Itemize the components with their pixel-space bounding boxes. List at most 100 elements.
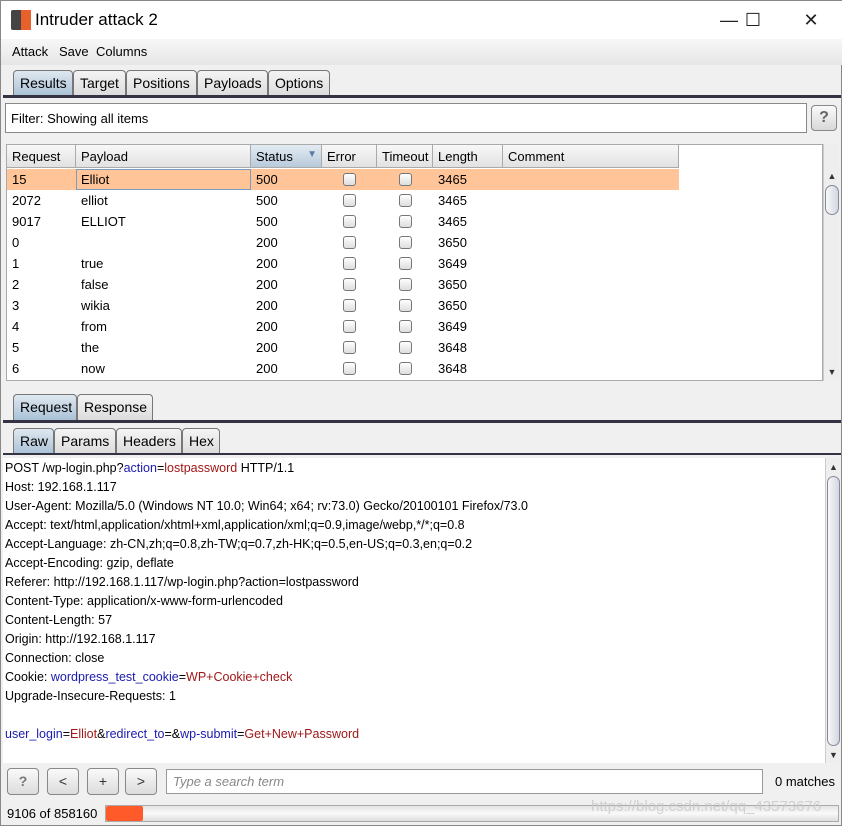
timeout-checkbox[interactable] — [399, 194, 412, 207]
table-row[interactable]: 5 the 200 3648 — [7, 337, 679, 358]
request-line: Accept: text/html,application/xhtml+xml,… — [5, 516, 823, 535]
timeout-checkbox[interactable] — [399, 362, 412, 375]
cell-payload: ELLIOT — [81, 214, 126, 229]
help-button[interactable]: ? — [811, 105, 837, 131]
request-line: Content-Length: 57 — [5, 611, 823, 630]
tab-headers[interactable]: Headers — [116, 428, 182, 454]
cell-request: 0 — [12, 235, 20, 250]
cell-status: 500 — [256, 193, 278, 208]
window-title: Intruder attack 2 — [35, 10, 158, 29]
error-checkbox[interactable] — [343, 278, 356, 291]
cell-length: 3649 — [438, 256, 467, 271]
error-checkbox[interactable] — [343, 173, 356, 186]
cell-length: 3650 — [438, 277, 467, 292]
timeout-checkbox[interactable] — [399, 173, 412, 186]
menu-attack[interactable]: Attack — [12, 44, 48, 59]
tab-params[interactable]: Params — [54, 428, 116, 454]
cell-request: 1 — [12, 256, 20, 271]
request-token: Cookie: — [5, 670, 51, 684]
error-checkbox[interactable] — [343, 236, 356, 249]
maximize-button[interactable]: ☐ — [733, 7, 773, 33]
tab-target[interactable]: Target — [73, 70, 126, 96]
close-button[interactable]: ✕ — [791, 7, 831, 33]
timeout-checkbox[interactable] — [399, 278, 412, 291]
tab-options[interactable]: Options — [268, 70, 330, 96]
menu-columns[interactable]: Columns — [96, 44, 147, 59]
column-header-comment[interactable]: Comment — [503, 145, 679, 168]
timeout-checkbox[interactable] — [399, 215, 412, 228]
search-prev-button[interactable]: < — [47, 768, 79, 795]
request-line: Connection: close — [5, 649, 823, 668]
tab-positions[interactable]: Positions — [126, 70, 197, 96]
column-header-request[interactable]: Request — [7, 145, 76, 168]
error-checkbox[interactable] — [343, 299, 356, 312]
timeout-checkbox[interactable] — [399, 341, 412, 354]
match-count: 0 matches — [775, 774, 835, 789]
search-input[interactable]: Type a search term — [166, 769, 763, 794]
timeout-checkbox[interactable] — [399, 299, 412, 312]
timeout-checkbox[interactable] — [399, 236, 412, 249]
tab-hex[interactable]: Hex — [182, 428, 220, 454]
table-row[interactable]: 2 false 200 3650 — [7, 274, 679, 295]
scroll-up-icon[interactable]: ▲ — [824, 169, 840, 183]
cell-length: 3649 — [438, 319, 467, 334]
timeout-checkbox[interactable] — [399, 257, 412, 270]
cell-status: 200 — [256, 235, 278, 250]
column-header-timeout[interactable]: Timeout — [377, 145, 433, 168]
request-token: redirect_to — [105, 727, 165, 741]
table-row[interactable]: 2072 elliot 500 3465 — [7, 190, 679, 211]
column-header-status-label: Status — [256, 149, 293, 164]
cell-status: 200 — [256, 319, 278, 334]
request-token: Connection: close — [5, 651, 105, 665]
scroll-thumb[interactable] — [825, 185, 839, 215]
cell-length: 3650 — [438, 298, 467, 313]
scroll-down-icon[interactable]: ▼ — [826, 748, 841, 762]
table-row[interactable]: 0 200 3650 — [7, 232, 679, 253]
table-row[interactable]: 3 wikia 200 3650 — [7, 295, 679, 316]
scroll-down-icon[interactable]: ▼ — [824, 365, 840, 379]
request-scrollbar[interactable]: ▲ ▼ — [825, 458, 840, 763]
error-checkbox[interactable] — [343, 257, 356, 270]
menu-save[interactable]: Save — [59, 44, 89, 59]
request-token: action — [123, 461, 157, 475]
tab-results[interactable]: Results — [13, 70, 73, 96]
error-checkbox[interactable] — [343, 341, 356, 354]
request-token: wordpress_test_cookie — [50, 670, 179, 684]
column-header-status[interactable]: Status ▼ — [251, 145, 322, 168]
table-row[interactable]: 1 true 200 3649 — [7, 253, 679, 274]
column-header-length[interactable]: Length — [433, 145, 503, 168]
request-line: Accept-Encoding: gzip, deflate — [5, 554, 823, 573]
request-token: wp-submit — [180, 727, 238, 741]
request-token: Content-Length: 57 — [5, 613, 113, 627]
scroll-thumb[interactable] — [827, 476, 840, 746]
column-header-error[interactable]: Error — [322, 145, 377, 168]
cell-payload: Elliot — [76, 169, 251, 190]
divider — [3, 453, 841, 455]
error-checkbox[interactable] — [343, 194, 356, 207]
table-row[interactable]: 15 Elliot 500 3465 — [7, 169, 679, 190]
cell-length: 3648 — [438, 361, 467, 376]
cell-request: 9017 — [12, 214, 41, 229]
request-editor[interactable]: POST /wp-login.php?action = lostpassword H… — [3, 458, 825, 763]
timeout-checkbox[interactable] — [399, 320, 412, 333]
scroll-up-icon[interactable]: ▲ — [826, 460, 841, 474]
table-row[interactable]: 9017 ELLIOT 500 3465 — [7, 211, 679, 232]
search-help-button[interactable]: ? — [7, 768, 39, 795]
request-line: Origin: http://192.168.1.117 — [5, 630, 823, 649]
results-scrollbar[interactable]: ▲ ▼ — [823, 144, 839, 381]
watermark: https://blog.csdn.net/qq_43573676 — [591, 798, 822, 815]
tab-raw[interactable]: Raw — [13, 428, 54, 454]
error-checkbox[interactable] — [343, 362, 356, 375]
error-checkbox[interactable] — [343, 320, 356, 333]
search-next-button[interactable]: > — [125, 768, 157, 795]
search-add-button[interactable]: + — [87, 768, 119, 795]
table-row[interactable]: 6 now 200 3648 — [7, 358, 679, 379]
tab-payloads[interactable]: Payloads — [197, 70, 268, 96]
tab-response[interactable]: Response — [77, 394, 153, 420]
request-token: Get+New+Password — [244, 727, 360, 741]
column-header-payload[interactable]: Payload — [76, 145, 251, 168]
filter-bar[interactable]: Filter: Showing all items — [5, 103, 807, 133]
table-row[interactable]: 4 from 200 3649 — [7, 316, 679, 337]
tab-request[interactable]: Request — [13, 394, 77, 420]
error-checkbox[interactable] — [343, 215, 356, 228]
